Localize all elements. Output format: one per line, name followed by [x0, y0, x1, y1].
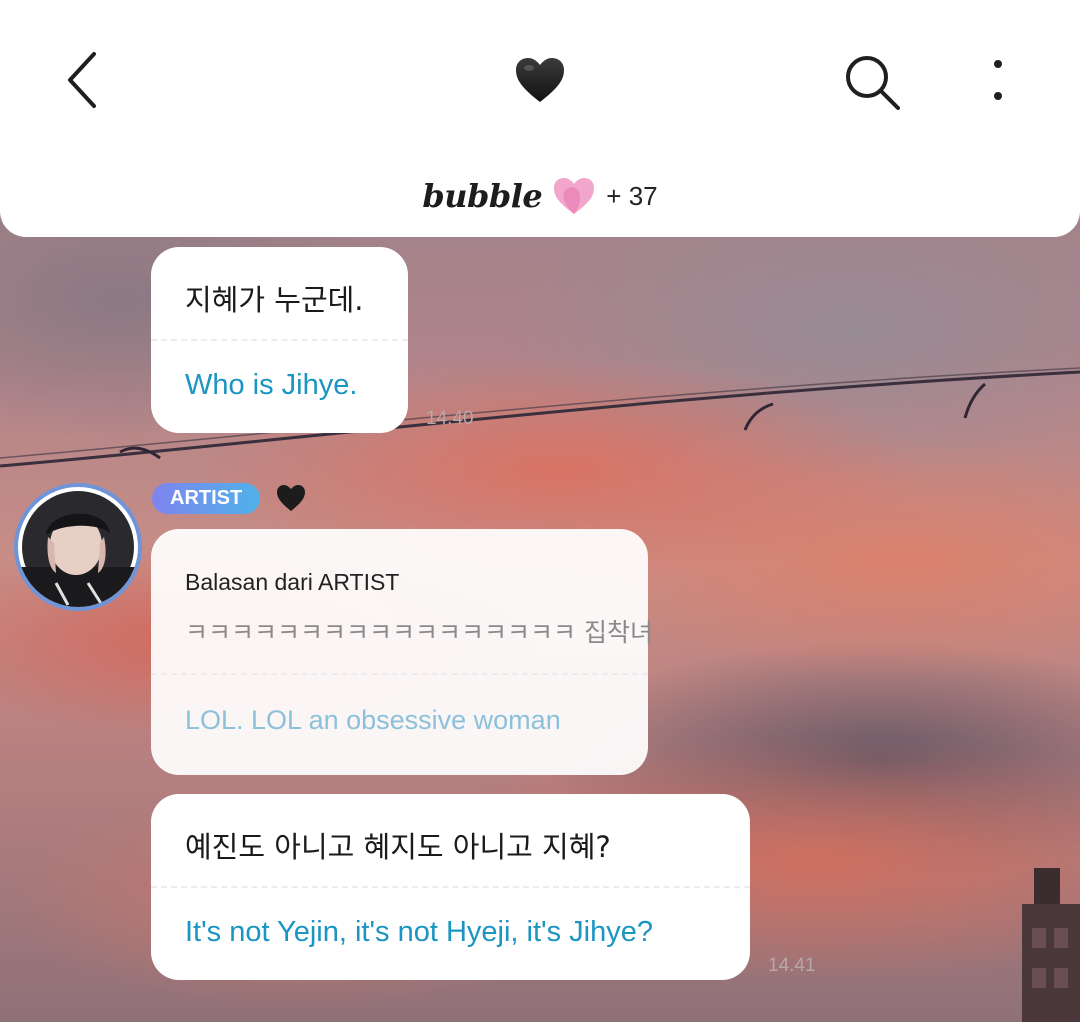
- reply-message-bubble[interactable]: Balasan dari ARTIST ㅋㅋㅋㅋㅋㅋㅋㅋㅋㅋㅋㅋㅋㅋㅋㅋㅋ 집착…: [151, 529, 653, 775]
- pink-heart-icon: [554, 178, 595, 214]
- message-timestamp: 14.40: [426, 408, 474, 429]
- black-heart-icon[interactable]: [514, 56, 566, 104]
- artist-photo: [18, 491, 138, 607]
- building-silhouette: [1022, 868, 1080, 1022]
- black-heart-icon: [277, 485, 305, 511]
- message-korean-text: 지혜가 누군데.: [185, 283, 364, 317]
- message-bubble[interactable]: 예진도 아니고 혜지도 아니고 지혜? It's not Yejin, it's…: [151, 794, 750, 980]
- reply-label: Balasan dari ARTIST: [185, 569, 400, 595]
- top-bar: bubble + 37: [0, 0, 1080, 237]
- bubble-brand-bar: bubble + 37: [0, 176, 1080, 220]
- message-translation: Who is Jihye.: [185, 369, 358, 401]
- subscriber-count: + 37: [606, 180, 658, 211]
- bubble-logo: bubble: [422, 177, 543, 215]
- message-translation: It's not Yejin, it's not Hyeji, it's Jih…: [185, 916, 653, 948]
- reply-korean-text: ㅋㅋㅋㅋㅋㅋㅋㅋㅋㅋㅋㅋㅋㅋㅋㅋㅋ 집착녀: [185, 618, 653, 647]
- artist-badge: ARTIST: [152, 483, 261, 514]
- message-timestamp: 14.41: [768, 955, 816, 976]
- artist-avatar[interactable]: [14, 483, 142, 611]
- divider: [151, 886, 750, 888]
- chevron-left-icon[interactable]: [62, 50, 102, 110]
- vertical-dots-icon[interactable]: [984, 56, 1012, 106]
- message-korean-text: 예진도 아니고 혜지도 아니고 지혜?: [185, 830, 611, 864]
- reply-translation: LOL. LOL an obsessive woman: [185, 705, 561, 735]
- search-icon[interactable]: [842, 52, 902, 112]
- divider: [151, 673, 648, 675]
- message-bubble[interactable]: 지혜가 누군데. Who is Jihye.: [151, 247, 408, 433]
- divider: [151, 339, 408, 341]
